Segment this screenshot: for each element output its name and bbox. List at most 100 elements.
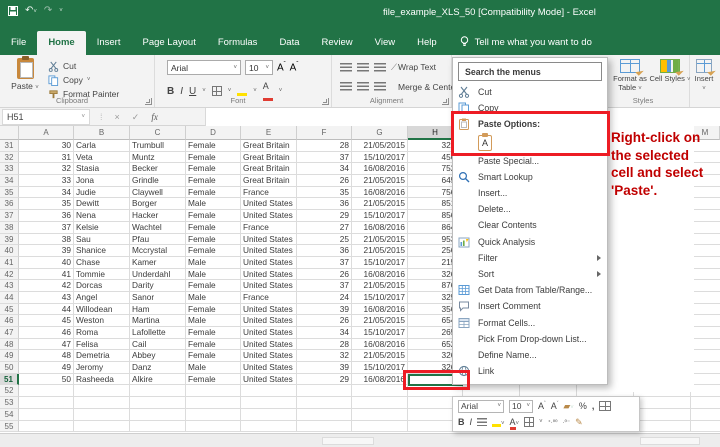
- cell[interactable]: [634, 397, 691, 409]
- cell[interactable]: Sau: [74, 234, 130, 246]
- cell[interactable]: Nena: [74, 210, 130, 222]
- column-header[interactable]: D: [186, 126, 241, 140]
- cell[interactable]: Carla: [74, 140, 130, 152]
- menu-item[interactable]: Sort: [453, 266, 607, 282]
- cell[interactable]: Wachtel: [130, 222, 186, 234]
- mini-borders-icon[interactable]: [524, 417, 534, 427]
- cell[interactable]: [241, 421, 297, 433]
- cell[interactable]: Female: [186, 280, 241, 292]
- cell[interactable]: 15/10/2017: [352, 210, 408, 222]
- cell[interactable]: 39: [297, 304, 352, 316]
- cell[interactable]: [186, 397, 241, 409]
- cell[interactable]: Mccrystal: [130, 245, 186, 257]
- cell[interactable]: [691, 234, 720, 246]
- cell[interactable]: France: [241, 222, 297, 234]
- cell[interactable]: Female: [186, 339, 241, 351]
- cell[interactable]: [297, 385, 352, 397]
- cell[interactable]: United States: [241, 315, 297, 327]
- cell[interactable]: [19, 421, 74, 433]
- cell[interactable]: 34: [19, 187, 74, 199]
- mini-merge-icon[interactable]: [599, 401, 611, 411]
- cell[interactable]: 32: [19, 163, 74, 175]
- cell[interactable]: [691, 409, 720, 421]
- cell[interactable]: 34: [297, 327, 352, 339]
- cell[interactable]: Great Britain: [241, 140, 297, 152]
- cell[interactable]: United States: [241, 339, 297, 351]
- cell[interactable]: Female: [186, 374, 241, 386]
- mini-bold-button[interactable]: B: [458, 417, 465, 427]
- redo-icon[interactable]: ↷: [44, 5, 52, 16]
- cell[interactable]: [691, 269, 720, 281]
- cell[interactable]: [691, 327, 720, 339]
- cell[interactable]: [241, 385, 297, 397]
- cell[interactable]: [691, 421, 720, 433]
- cell[interactable]: Roma: [74, 327, 130, 339]
- ribbon-tab[interactable]: Home: [37, 31, 85, 55]
- row-header[interactable]: 52: [0, 385, 19, 397]
- cell[interactable]: Hacker: [130, 210, 186, 222]
- cell[interactable]: 21/05/2015: [352, 198, 408, 210]
- cell[interactable]: Becker: [130, 163, 186, 175]
- cell[interactable]: Dewitt: [74, 198, 130, 210]
- cell[interactable]: [634, 409, 691, 421]
- cell[interactable]: Borger: [130, 198, 186, 210]
- row-header[interactable]: 40: [0, 245, 19, 257]
- cell[interactable]: United States: [241, 257, 297, 269]
- ribbon-tab[interactable]: Insert: [86, 31, 132, 55]
- row-header[interactable]: 47: [0, 327, 19, 339]
- cell[interactable]: 32: [297, 350, 352, 362]
- cell[interactable]: Rasheeda: [74, 374, 130, 386]
- name-box[interactable]: H51˅: [2, 109, 90, 125]
- mini-decrease-decimal-icon[interactable]: ·⁰⁻: [563, 419, 571, 426]
- row-header[interactable]: 55: [0, 421, 19, 433]
- menu-item[interactable]: Clear Contents: [453, 217, 607, 233]
- cell[interactable]: [691, 304, 720, 316]
- cell[interactable]: 36: [19, 210, 74, 222]
- row-header[interactable]: 31: [0, 140, 19, 152]
- cell[interactable]: [130, 385, 186, 397]
- cell[interactable]: 36: [297, 245, 352, 257]
- mini-increase-decimal-icon[interactable]: ⁺·⁰⁰: [548, 419, 558, 426]
- cell[interactable]: 15/10/2017: [352, 362, 408, 374]
- mini-fill-color-icon[interactable]: ˅: [492, 417, 505, 427]
- cell[interactable]: Kamer: [130, 257, 186, 269]
- cell[interactable]: Judie: [74, 187, 130, 199]
- italic-button[interactable]: I: [180, 86, 183, 97]
- cell[interactable]: Female: [186, 350, 241, 362]
- row-header[interactable]: 39: [0, 234, 19, 246]
- cell[interactable]: Male: [186, 198, 241, 210]
- cell[interactable]: United States: [241, 374, 297, 386]
- cell[interactable]: [186, 421, 241, 433]
- cell[interactable]: 16/08/2016: [352, 304, 408, 316]
- align-center-icon[interactable]: [357, 82, 369, 91]
- menu-item[interactable]: Smart Lookup: [453, 169, 607, 185]
- cell[interactable]: Lafollette: [130, 327, 186, 339]
- row-header[interactable]: 33: [0, 163, 19, 175]
- cell[interactable]: Female: [186, 163, 241, 175]
- cancel-icon[interactable]: ×: [115, 112, 120, 122]
- cell[interactable]: Willodean: [74, 304, 130, 316]
- menu-item[interactable]: Delete...: [453, 201, 607, 217]
- menu-item[interactable]: Format Cells...: [453, 314, 607, 330]
- cell[interactable]: Male: [186, 315, 241, 327]
- cell[interactable]: Female: [186, 210, 241, 222]
- column-header[interactable]: C: [130, 126, 186, 140]
- ribbon-tab[interactable]: Formulas: [207, 31, 269, 55]
- cell[interactable]: 39: [297, 362, 352, 374]
- cell[interactable]: 26: [297, 175, 352, 187]
- cell[interactable]: 29: [297, 374, 352, 386]
- font-dialog-launcher[interactable]: [322, 98, 329, 105]
- cell[interactable]: Claywell: [130, 187, 186, 199]
- cell[interactable]: [691, 245, 720, 257]
- borders-icon[interactable]: [212, 86, 222, 96]
- cell[interactable]: [691, 397, 720, 409]
- cell[interactable]: [297, 409, 352, 421]
- column-header[interactable]: F: [297, 126, 352, 140]
- row-header[interactable]: 43: [0, 280, 19, 292]
- cell[interactable]: 16/08/2016: [352, 339, 408, 351]
- cell[interactable]: Female: [186, 140, 241, 152]
- cell[interactable]: [19, 397, 74, 409]
- cell[interactable]: 16/08/2016: [352, 374, 408, 386]
- cell[interactable]: [691, 362, 720, 374]
- cell[interactable]: 15/10/2017: [352, 327, 408, 339]
